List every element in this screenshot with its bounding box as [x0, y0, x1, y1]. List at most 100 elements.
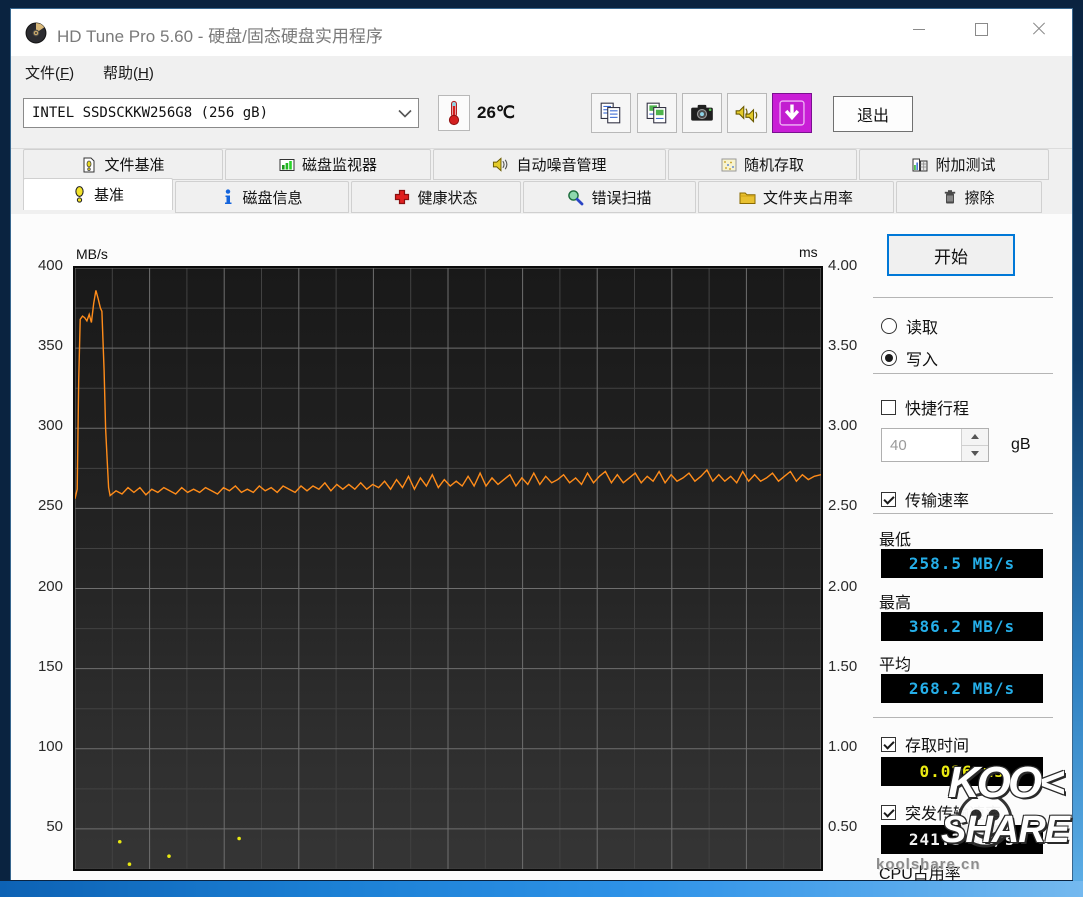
temperature-button[interactable]: [438, 95, 470, 131]
min-label: 最低: [879, 526, 911, 550]
magnifier-icon: [567, 189, 584, 206]
logo-text-top: KOO<: [925, 762, 1083, 804]
max-label: 最高: [879, 589, 911, 613]
tab-disk-monitor[interactable]: 磁盘监视器: [225, 149, 431, 180]
tab-row-primary: 基准 磁盘信息 健康状态 错误扫描: [11, 181, 1072, 214]
minimize-icon: [913, 29, 925, 30]
menu-file[interactable]: 文件(F): [19, 60, 80, 85]
left-axis-tick: 300: [21, 417, 63, 434]
triangle-up-icon: [971, 434, 979, 439]
avg-label: 平均: [879, 651, 911, 675]
tab-erase[interactable]: 擦除: [896, 181, 1042, 213]
file-benchmark-icon: [81, 157, 97, 173]
extra-tests-icon: [912, 157, 928, 173]
tab-label: 文件基准: [104, 154, 164, 175]
tab-file-benchmark[interactable]: 文件基准: [23, 149, 223, 180]
desktop: HD Tune Pro 5.60 - 硬盘/固态硬盘实用程序 文件(F) 帮助(…: [0, 0, 1083, 897]
left-axis-tick: 250: [21, 497, 63, 514]
separator: [873, 297, 1053, 298]
minimize-button[interactable]: [896, 9, 942, 49]
exit-button[interactable]: 退出: [833, 96, 913, 132]
tab-label: 健康状态: [417, 187, 477, 208]
tab-label: 基准: [94, 184, 124, 205]
copy-image-icon: [645, 101, 669, 125]
left-axis-tick: 100: [21, 738, 63, 755]
benchmark-panel: MB/s ms 400350300250200150100504.003.503…: [11, 214, 1072, 880]
copy-text-button[interactable]: [591, 93, 631, 133]
min-value: 258.5 MB/s: [909, 554, 1015, 573]
tab-label: 磁盘监视器: [302, 154, 377, 175]
tab-benchmark[interactable]: 基准: [23, 178, 173, 210]
folder-icon: [739, 190, 756, 205]
benchmark-icon: [72, 186, 87, 203]
right-axis-tick: 2.50: [828, 497, 878, 514]
right-axis-tick: 3.00: [828, 417, 878, 434]
short-stroke-value: 40: [882, 429, 961, 461]
drive-select-value: INTEL SSDSCKKW256G8 (256 gB): [24, 105, 392, 121]
right-axis-tick: 4.00: [828, 257, 878, 274]
checkbox-checked-icon: [881, 492, 896, 507]
transfer-rate-label: 传输速率: [905, 487, 969, 511]
short-stroke-label: 快捷行程: [905, 395, 969, 419]
close-icon: [1032, 22, 1046, 36]
spin-down-button[interactable]: [962, 446, 988, 462]
tab-error-scan[interactable]: 错误扫描: [523, 181, 696, 213]
radio-icon: [881, 318, 897, 334]
max-value-display: 386.2 MB/s: [881, 612, 1043, 641]
menu-help[interactable]: 帮助(H): [97, 60, 160, 85]
tab-health[interactable]: 健康状态: [351, 181, 521, 213]
separator: [873, 717, 1053, 718]
close-button[interactable]: [1016, 9, 1062, 49]
copy-text-icon: [599, 101, 623, 125]
checkbox-transfer-rate[interactable]: 传输速率: [881, 487, 969, 511]
checkbox-short-stroke[interactable]: 快捷行程: [881, 395, 969, 419]
health-cross-icon: [394, 189, 410, 205]
screenshot-button[interactable]: [682, 93, 722, 133]
checkbox-checked-icon: [881, 805, 896, 820]
radio-read[interactable]: 读取: [881, 314, 938, 338]
short-stroke-input[interactable]: 40: [881, 428, 989, 462]
menu-bar: 文件(F) 帮助(H): [11, 56, 1072, 85]
access-time-label: 存取时间: [905, 732, 969, 756]
tab-random-access[interactable]: 随机存取: [668, 149, 857, 180]
copy-image-button[interactable]: [637, 93, 677, 133]
left-axis-tick: 50: [21, 818, 63, 835]
max-value: 386.2 MB/s: [909, 617, 1015, 636]
maximize-button[interactable]: [958, 9, 1004, 49]
speaker-pair-icon: [734, 101, 760, 125]
temperature-value: 26℃: [477, 103, 515, 123]
checkbox-checked-icon: [881, 737, 896, 752]
avg-value: 268.2 MB/s: [909, 679, 1015, 698]
trash-icon: [943, 189, 957, 205]
maximize-icon: [975, 23, 988, 36]
aam-button[interactable]: [727, 93, 767, 133]
save-results-button[interactable]: [772, 93, 812, 133]
koolshare-site-watermark: koolshare.cn: [876, 856, 981, 873]
min-value-display: 258.5 MB/s: [881, 549, 1043, 578]
checkbox-access-time[interactable]: 存取时间: [881, 732, 969, 756]
left-axis-tick: 150: [21, 658, 63, 675]
app-window: HD Tune Pro 5.60 - 硬盘/固态硬盘实用程序 文件(F) 帮助(…: [10, 8, 1073, 880]
drive-select-dropdown[interactable]: INTEL SSDSCKKW256G8 (256 gB): [23, 98, 419, 128]
right-axis-tick: 1.00: [828, 738, 878, 755]
random-access-icon: [721, 157, 737, 173]
triangle-down-icon: [971, 451, 979, 456]
title-bar[interactable]: HD Tune Pro 5.60 - 硬盘/固态硬盘实用程序: [11, 9, 1072, 56]
start-button[interactable]: 开始: [887, 234, 1015, 276]
tab-extra-tests[interactable]: 附加测试: [859, 149, 1049, 180]
tab-disk-info[interactable]: 磁盘信息: [175, 181, 349, 213]
toolbar: INTEL SSDSCKKW256G8 (256 gB) 26℃: [11, 85, 1072, 149]
tab-label: 擦除: [964, 187, 994, 208]
left-axis-tick: 400: [21, 257, 63, 274]
tab-folder-usage[interactable]: 文件夹占用率: [698, 181, 894, 213]
tab-label: 自动噪音管理: [516, 154, 606, 175]
checkbox-icon: [881, 400, 896, 415]
separator: [873, 513, 1053, 514]
window-title: HD Tune Pro 5.60 - 硬盘/固态硬盘实用程序: [57, 22, 383, 47]
radio-write[interactable]: 写入: [881, 346, 938, 370]
spin-up-button[interactable]: [962, 429, 988, 446]
radio-write-label: 写入: [906, 346, 938, 370]
right-axis-unit: ms: [799, 244, 818, 260]
tab-aam[interactable]: 自动噪音管理: [433, 149, 666, 180]
speaker-icon: [492, 156, 509, 173]
